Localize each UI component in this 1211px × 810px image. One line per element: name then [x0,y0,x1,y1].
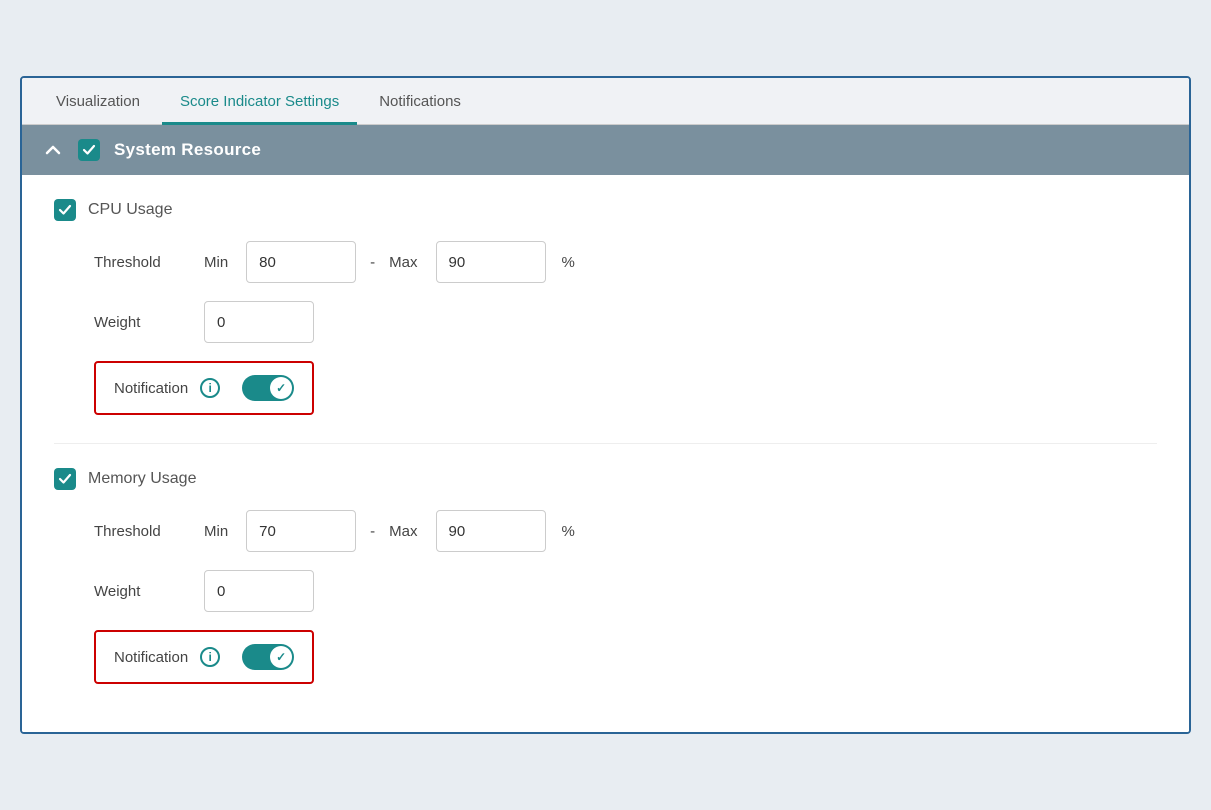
memory-header: Memory Usage [54,468,1157,490]
memory-weight-group [204,570,314,612]
memory-weight-label: Weight [94,583,204,600]
inner-content: CPU Usage Threshold Min - Max % [22,175,1189,732]
memory-min-label: Min [204,523,228,540]
memory-notification-label: Notification [114,649,188,666]
cpu-title: CPU Usage [88,201,172,219]
main-container: Visualization Score Indicator Settings N… [20,76,1191,734]
memory-notification-toggle[interactable]: ✓ [242,644,294,670]
cpu-info-icon[interactable]: i [200,378,220,398]
memory-title: Memory Usage [88,470,196,488]
memory-subsection: Memory Usage Threshold Min - Max % [54,468,1157,684]
cpu-notification-label: Notification [114,380,188,397]
cpu-min-label: Min [204,254,228,271]
cpu-subsection: CPU Usage Threshold Min - Max % [54,199,1157,415]
cpu-max-input[interactable] [436,241,546,283]
cpu-threshold-group: Min - Max % [204,241,575,283]
cpu-threshold-row: Threshold Min - Max % [54,241,1157,283]
cpu-dash: - [370,254,375,271]
memory-percent: % [562,523,575,540]
memory-checkbox[interactable] [54,468,76,490]
cpu-notification-box: Notification i ✓ [94,361,314,415]
cpu-max-label: Max [389,254,417,271]
memory-max-input[interactable] [436,510,546,552]
memory-info-icon[interactable]: i [200,647,220,667]
memory-min-input[interactable] [246,510,356,552]
memory-weight-input[interactable] [204,570,314,612]
memory-max-label: Max [389,523,417,540]
tab-bar: Visualization Score Indicator Settings N… [22,78,1189,125]
collapse-button[interactable] [42,139,64,161]
cpu-weight-label: Weight [94,314,204,331]
memory-weight-row: Weight [54,570,1157,612]
content-area: System Resource CPU Usage Threshold [22,125,1189,732]
cpu-notification-row: Notification i ✓ [54,361,1157,415]
tab-score-indicator-settings[interactable]: Score Indicator Settings [162,79,357,125]
section-checkbox[interactable] [78,139,100,161]
section-header: System Resource [22,125,1189,175]
cpu-weight-group [204,301,314,343]
memory-threshold-label: Threshold [94,523,204,540]
memory-notification-box: Notification i ✓ [94,630,314,684]
cpu-min-input[interactable] [246,241,356,283]
memory-threshold-row: Threshold Min - Max % [54,510,1157,552]
sub-divider [54,443,1157,444]
memory-notification-row: Notification i ✓ [54,630,1157,684]
section-title: System Resource [114,140,261,160]
cpu-weight-input[interactable] [204,301,314,343]
cpu-notification-toggle[interactable]: ✓ [242,375,294,401]
memory-dash: - [370,523,375,540]
cpu-weight-row: Weight [54,301,1157,343]
tab-notifications[interactable]: Notifications [361,79,479,125]
cpu-threshold-label: Threshold [94,254,204,271]
memory-toggle-check-icon: ✓ [276,650,286,664]
cpu-percent: % [562,254,575,271]
memory-threshold-group: Min - Max % [204,510,575,552]
tab-visualization[interactable]: Visualization [38,79,158,125]
cpu-checkbox[interactable] [54,199,76,221]
cpu-toggle-check-icon: ✓ [276,381,286,395]
cpu-header: CPU Usage [54,199,1157,221]
